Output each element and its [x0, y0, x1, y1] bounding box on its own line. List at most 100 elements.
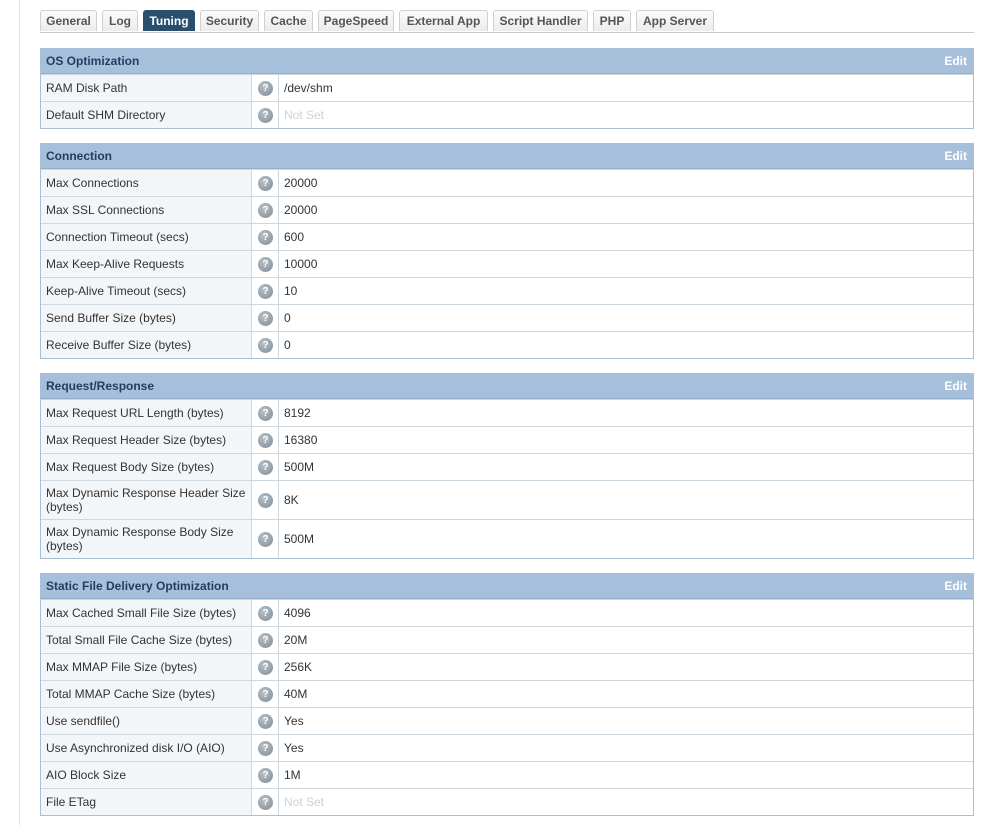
tab-log[interactable]: Log: [102, 10, 138, 31]
field-label: Max Request Body Size (bytes): [41, 454, 252, 480]
help-icon[interactable]: ?: [258, 107, 273, 123]
panel-header: Request/Response Edit: [41, 374, 973, 399]
panel-title: Static File Delivery Optimization: [46, 579, 229, 593]
help-cell: ?: [253, 332, 279, 358]
help-icon[interactable]: ?: [258, 432, 273, 448]
help-icon[interactable]: ?: [258, 686, 273, 702]
field-value: 0: [284, 311, 291, 325]
panel-request-response: Request/Response Edit Max Request URL Le…: [40, 373, 974, 559]
help-icon[interactable]: ?: [258, 310, 273, 326]
help-icon[interactable]: ?: [258, 632, 273, 648]
help-cell: ?: [253, 75, 279, 101]
tab-pagespeed[interactable]: PageSpeed: [318, 10, 394, 31]
help-icon[interactable]: ?: [258, 202, 273, 218]
field-label: Total Small File Cache Size (bytes): [41, 627, 252, 653]
table-row: Use Asynchronized disk I/O (AIO) ? Yes: [41, 734, 973, 761]
table-row: Send Buffer Size (bytes) ? 0: [41, 304, 973, 331]
field-label: RAM Disk Path: [41, 75, 252, 101]
help-cell: ?: [253, 427, 279, 453]
tab-cache[interactable]: Cache: [264, 10, 313, 31]
field-label: Send Buffer Size (bytes): [41, 305, 252, 331]
table-row: RAM Disk Path ? /dev/shm: [41, 74, 973, 101]
field-value: 0: [284, 338, 291, 352]
help-cell: ?: [253, 654, 279, 680]
field-value: 20000: [284, 203, 318, 217]
tab-php[interactable]: PHP: [593, 10, 631, 31]
help-icon[interactable]: ?: [258, 767, 273, 783]
help-icon[interactable]: ?: [258, 605, 273, 621]
field-value: 40M: [284, 687, 308, 701]
panel-header: OS Optimization Edit: [41, 49, 973, 74]
help-icon[interactable]: ?: [258, 405, 273, 421]
field-label: Max Keep-Alive Requests: [41, 251, 252, 277]
table-row: AIO Block Size ? 1M: [41, 761, 973, 788]
tab-tuning[interactable]: Tuning: [143, 10, 195, 31]
field-label: Max Dynamic Response Header Size (bytes): [41, 481, 252, 519]
help-icon[interactable]: ?: [258, 659, 273, 675]
help-icon[interactable]: ?: [258, 794, 273, 810]
table-row: Max Dynamic Response Header Size (bytes)…: [41, 480, 973, 519]
table-row: Total MMAP Cache Size (bytes) ? 40M: [41, 680, 973, 707]
table-row: Max Dynamic Response Body Size (bytes) ?…: [41, 519, 973, 558]
help-icon[interactable]: ?: [258, 531, 273, 547]
help-icon[interactable]: ?: [258, 492, 273, 508]
field-label: Connection Timeout (secs): [41, 224, 252, 250]
panel-title: OS Optimization: [46, 54, 140, 68]
field-label: Default SHM Directory: [41, 102, 252, 128]
table-row: Use sendfile() ? Yes: [41, 707, 973, 734]
help-icon[interactable]: ?: [258, 256, 273, 272]
edit-button[interactable]: Edit: [944, 374, 967, 398]
panel-connection: Connection Edit Max Connections ? 20000 …: [40, 143, 974, 359]
tab-bar: General Log Tuning Security Cache PageSp…: [40, 10, 974, 33]
panel-header: Connection Edit: [41, 144, 973, 169]
tab-script-handler[interactable]: Script Handler: [493, 10, 588, 31]
help-cell: ?: [253, 278, 279, 304]
field-value: 10: [284, 284, 298, 298]
help-cell: ?: [253, 627, 279, 653]
field-label: Max Request URL Length (bytes): [41, 400, 252, 426]
help-icon[interactable]: ?: [258, 80, 273, 96]
field-value: Not Set: [284, 108, 325, 122]
table-row: Max Connections ? 20000: [41, 169, 973, 196]
field-label: AIO Block Size: [41, 762, 252, 788]
help-cell: ?: [253, 735, 279, 761]
help-cell: ?: [253, 170, 279, 196]
table-row: Receive Buffer Size (bytes) ? 0: [41, 331, 973, 358]
help-icon[interactable]: ?: [258, 740, 273, 756]
help-cell: ?: [253, 102, 279, 128]
tab-general[interactable]: General: [40, 10, 97, 31]
edit-button[interactable]: Edit: [944, 49, 967, 73]
tab-external-app[interactable]: External App: [399, 10, 488, 31]
field-value: /dev/shm: [284, 81, 333, 95]
field-value: Yes: [284, 741, 304, 755]
table-row: Keep-Alive Timeout (secs) ? 10: [41, 277, 973, 304]
help-icon[interactable]: ?: [258, 337, 273, 353]
field-value: 10000: [284, 257, 318, 271]
field-value: 500M: [284, 532, 315, 546]
table-row: Max Request Header Size (bytes) ? 16380: [41, 426, 973, 453]
help-icon[interactable]: ?: [258, 459, 273, 475]
help-icon[interactable]: ?: [258, 229, 273, 245]
field-value: 500M: [284, 460, 315, 474]
tab-security[interactable]: Security: [200, 10, 259, 31]
table-row: Max Request URL Length (bytes) ? 8192: [41, 399, 973, 426]
edit-button[interactable]: Edit: [944, 574, 967, 598]
field-value: 20M: [284, 633, 308, 647]
help-icon[interactable]: ?: [258, 713, 273, 729]
help-cell: ?: [253, 520, 279, 558]
panel-title: Request/Response: [46, 379, 155, 393]
table-row: Total Small File Cache Size (bytes) ? 20…: [41, 626, 973, 653]
edit-button[interactable]: Edit: [944, 144, 967, 168]
field-value: Not Set: [284, 795, 325, 809]
field-label: Max MMAP File Size (bytes): [41, 654, 252, 680]
field-label: Max Dynamic Response Body Size (bytes): [41, 520, 252, 558]
table-row: Default SHM Directory ? Not Set: [41, 101, 973, 128]
help-cell: ?: [253, 197, 279, 223]
panel-os-optimization: OS Optimization Edit RAM Disk Path ? /de…: [40, 48, 974, 129]
table-row: Max MMAP File Size (bytes) ? 256K: [41, 653, 973, 680]
tab-app-server[interactable]: App Server: [636, 10, 714, 31]
help-icon[interactable]: ?: [258, 175, 273, 191]
field-label: Total MMAP Cache Size (bytes): [41, 681, 252, 707]
help-cell: ?: [253, 400, 279, 426]
help-icon[interactable]: ?: [258, 283, 273, 299]
